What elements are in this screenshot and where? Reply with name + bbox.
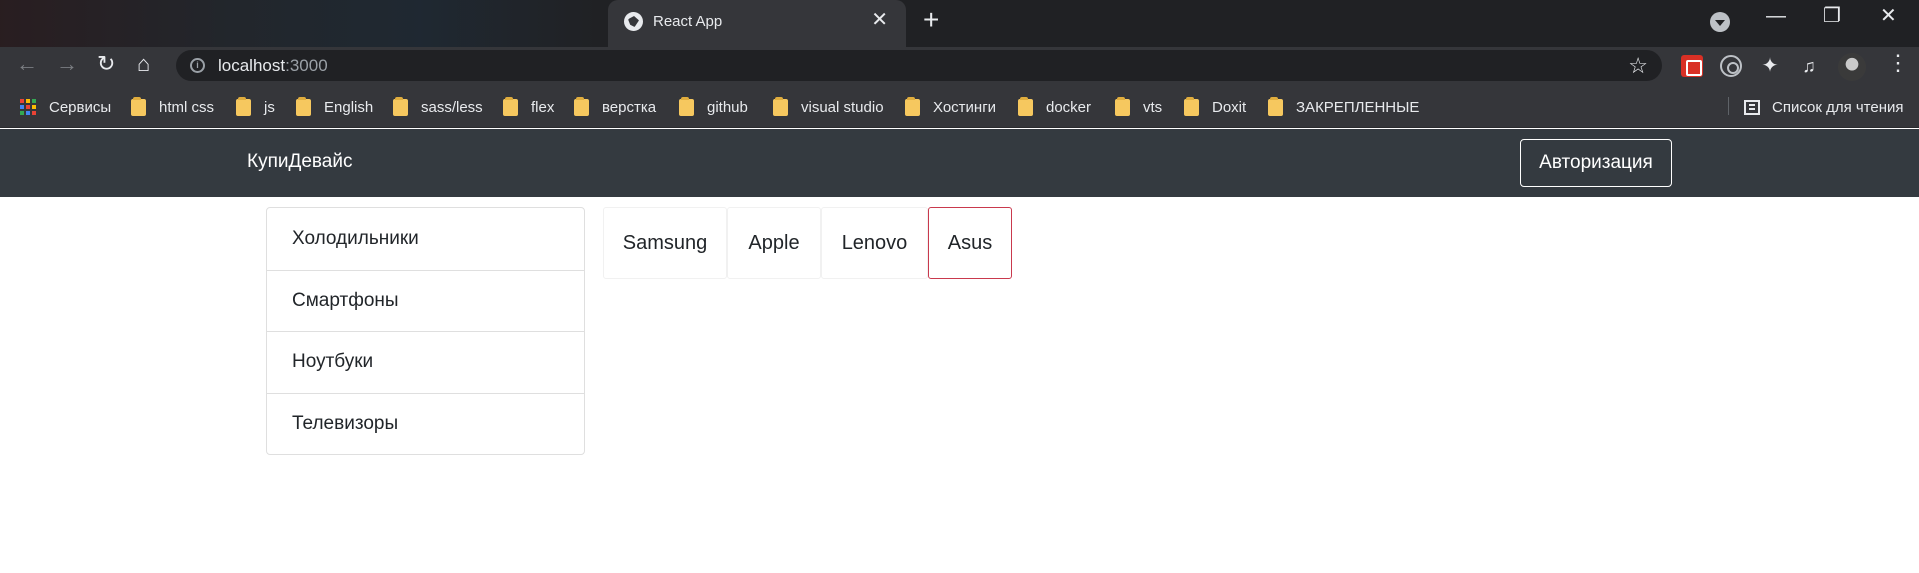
brand-card-apple[interactable]: Apple — [727, 207, 821, 279]
titlebar-background — [0, 0, 600, 47]
reading-list-icon — [1744, 99, 1760, 115]
restore-icon[interactable]: ❐ — [1823, 6, 1841, 26]
folder-icon — [296, 96, 311, 116]
bookmark-verstka[interactable]: верстка — [574, 96, 656, 118]
folder-icon — [236, 96, 251, 116]
profile-avatar[interactable] — [1838, 53, 1866, 81]
window-close-icon[interactable]: ✕ — [1880, 6, 1897, 26]
site-info-icon[interactable]: i — [190, 58, 205, 73]
folder-icon — [574, 96, 589, 116]
browser-toolbar: ← → ↻ ⌂ i localhost:3000 ☆ — [0, 47, 1919, 84]
home-icon[interactable]: ⌂ — [137, 53, 150, 75]
bookmark-html-css[interactable]: html css — [131, 96, 214, 118]
extensions-puzzle-icon[interactable]: ✦ — [1759, 55, 1781, 77]
bookmark-doxit[interactable]: Doxit — [1184, 96, 1246, 118]
folder-icon — [905, 96, 920, 116]
tab-close-icon[interactable]: ✕ — [871, 10, 888, 30]
globe-icon — [624, 12, 643, 31]
type-item-tvs[interactable]: Телевизоры — [267, 392, 584, 455]
bookmark-flex[interactable]: flex — [503, 96, 554, 118]
bookmark-docker[interactable]: docker — [1018, 96, 1091, 118]
extension-red-icon[interactable] — [1681, 55, 1703, 77]
folder-icon — [1184, 96, 1199, 116]
folder-icon — [773, 96, 788, 116]
extension-target-icon[interactable] — [1720, 55, 1742, 77]
bookmark-vts[interactable]: vts — [1115, 96, 1162, 118]
folder-icon — [131, 96, 146, 116]
back-icon[interactable]: ← — [16, 53, 38, 75]
brand-card-asus[interactable]: Asus — [928, 207, 1012, 279]
auth-button[interactable]: Авторизация — [1520, 139, 1672, 187]
reload-icon[interactable]: ↻ — [97, 53, 115, 75]
forward-icon[interactable]: → — [56, 53, 78, 75]
bookmarks-divider — [1728, 97, 1729, 115]
browser-menu-icon[interactable]: ⋮ — [1887, 52, 1909, 74]
apps-icon — [20, 98, 37, 116]
browser-titlebar: React App ✕ + — ❐ ✕ — [0, 0, 1919, 47]
minimize-icon[interactable]: — — [1766, 6, 1786, 26]
folder-icon — [1018, 96, 1033, 116]
media-control-icon[interactable]: ♫ — [1798, 55, 1820, 77]
folder-icon — [503, 96, 518, 116]
bookmark-visual-studio[interactable]: visual studio — [773, 96, 884, 118]
address-bar[interactable]: i localhost:3000 ☆ — [176, 50, 1662, 81]
bookmark-sass-less[interactable]: sass/less — [393, 96, 483, 118]
site-brand-link[interactable]: КупиДевайс — [247, 151, 352, 173]
tab-search-icon[interactable] — [1710, 12, 1730, 32]
brand-bar: Samsung Apple Lenovo Asus — [603, 207, 1012, 279]
folder-icon — [679, 96, 694, 116]
url-text[interactable]: localhost:3000 — [218, 56, 328, 76]
bookmark-js[interactable]: js — [236, 96, 275, 118]
brand-card-lenovo[interactable]: Lenovo — [821, 207, 928, 279]
type-item-fridges[interactable]: Холодильники — [267, 208, 584, 270]
device-type-list: Холодильники Смартфоны Ноутбуки Телевизо… — [266, 207, 585, 455]
new-tab-button[interactable]: + — [923, 6, 939, 34]
bookmark-services[interactable]: Сервисы — [20, 96, 111, 118]
reading-list-button[interactable]: Список для чтения — [1744, 96, 1904, 118]
bookmark-star-icon[interactable]: ☆ — [1628, 53, 1648, 79]
folder-icon — [393, 96, 408, 116]
tab-title: React App — [653, 13, 723, 30]
type-item-smartphones[interactable]: Смартфоны — [267, 269, 584, 332]
bookmark-english[interactable]: English — [296, 96, 373, 118]
tab-react-app[interactable]: React App ✕ — [608, 0, 906, 47]
bookmarks-bar: Сервисы html css js English sass/less fl… — [0, 84, 1919, 128]
bookmark-hosting[interactable]: Хостинги — [905, 96, 996, 118]
app-navbar: КупиДевайс Авторизация — [0, 129, 1919, 197]
folder-icon — [1268, 96, 1283, 116]
folder-icon — [1115, 96, 1130, 116]
bookmark-pinned[interactable]: ЗАКРЕПЛЕННЫЕ — [1268, 96, 1419, 118]
type-item-laptops[interactable]: Ноутбуки — [267, 331, 584, 393]
bookmark-github[interactable]: github — [679, 96, 748, 118]
brand-card-samsung[interactable]: Samsung — [603, 207, 727, 279]
